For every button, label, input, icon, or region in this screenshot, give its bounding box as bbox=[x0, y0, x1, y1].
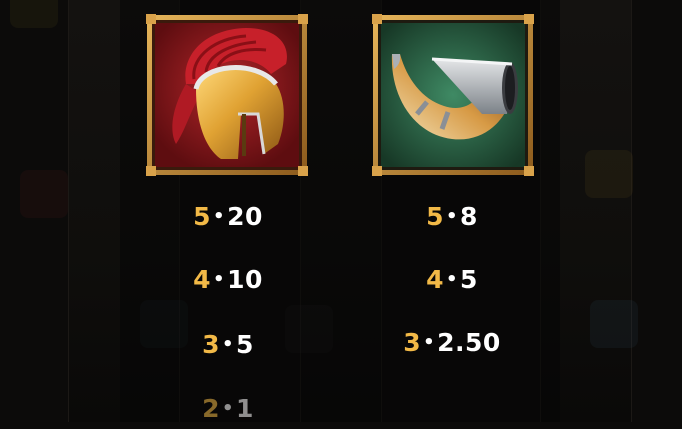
faded-background-symbol bbox=[585, 150, 633, 198]
payout-row: 3 •2.50 bbox=[372, 326, 532, 360]
separator-dot: • bbox=[445, 269, 458, 290]
payout-row: 4 •5 bbox=[372, 263, 532, 297]
payout-value: 8 bbox=[460, 202, 478, 231]
payout-count: 4 bbox=[426, 265, 444, 294]
payout-value: 1 bbox=[236, 394, 254, 423]
faded-background-symbol bbox=[590, 300, 638, 348]
payout-value: 5 bbox=[236, 330, 254, 359]
payout-value: 2.50 bbox=[437, 328, 501, 357]
faded-background-symbol bbox=[20, 170, 68, 218]
payout-count: 2 bbox=[202, 394, 220, 423]
payout-row: 3 •5 bbox=[148, 328, 308, 362]
payout-value: 5 bbox=[460, 265, 478, 294]
separator-dot: • bbox=[445, 206, 458, 227]
separator-dot: • bbox=[213, 206, 226, 227]
payout-row: 2 •1 bbox=[148, 392, 308, 426]
payout-count: 3 bbox=[403, 328, 422, 357]
payout-row: 4 •10 bbox=[148, 263, 308, 297]
payout-value: 10 bbox=[227, 265, 263, 294]
separator-dot: • bbox=[423, 332, 436, 353]
payout-count: 3 bbox=[202, 330, 220, 359]
payout-row: 5 •20 bbox=[148, 200, 308, 234]
payout-count: 5 bbox=[193, 202, 212, 231]
faded-background-symbol bbox=[10, 0, 58, 28]
separator-dot: • bbox=[221, 334, 234, 355]
payout-value: 20 bbox=[227, 202, 263, 231]
payout-count: 5 bbox=[426, 202, 444, 231]
horn-symbol-icon bbox=[372, 14, 534, 176]
payout-count: 4 bbox=[193, 265, 212, 294]
helmet-symbol-icon bbox=[146, 14, 308, 176]
separator-dot: • bbox=[221, 398, 234, 419]
payout-row: 5 •8 bbox=[372, 200, 532, 234]
separator-dot: • bbox=[213, 269, 226, 290]
